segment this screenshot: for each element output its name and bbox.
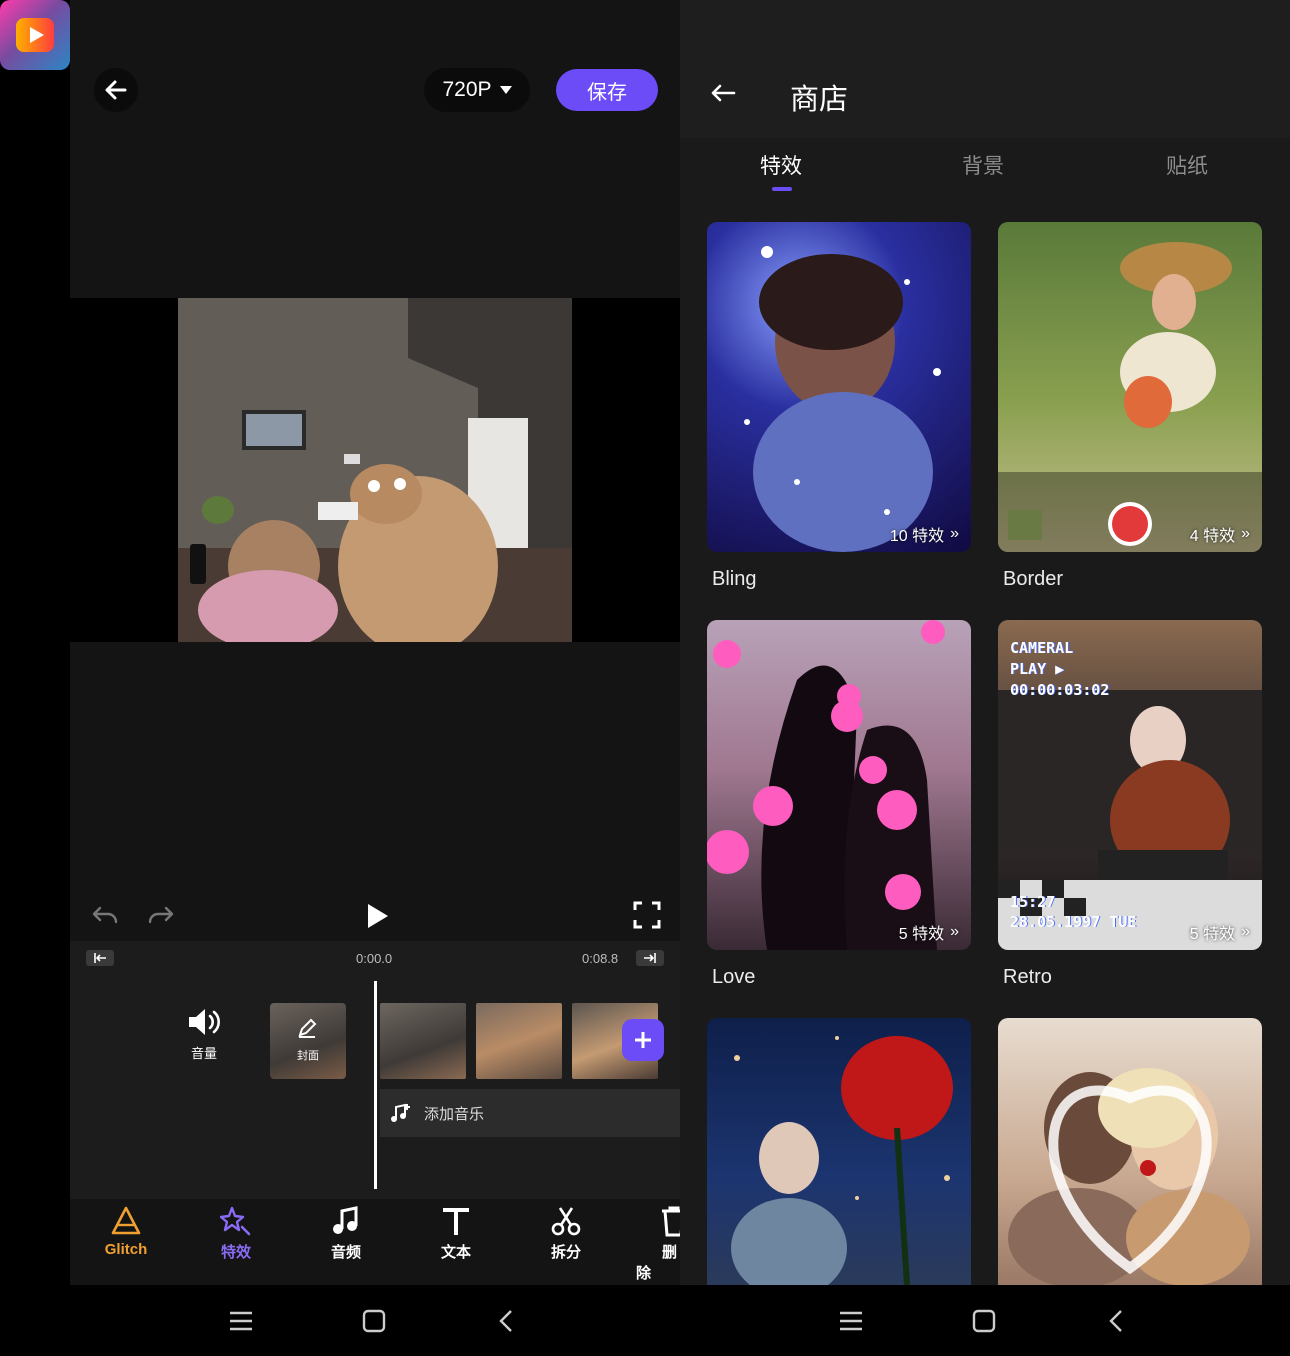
retro-overlay-bottom: 15:27 28.05.1997 TUE <box>1010 893 1137 931</box>
effect-card-rose[interactable] <box>707 1018 971 1285</box>
retro-overlay-top: CAMERAL PLAY ▶ 00:00:03:02 <box>1010 639 1110 699</box>
timeline[interactable]: 0:00.0 0:08.8 音量 封面 添加音乐 <box>70 941 680 1199</box>
border-preview-image <box>998 242 1262 552</box>
effect-count: 5 特效 <box>1189 926 1236 943</box>
skip-end-icon <box>644 953 656 963</box>
cover-label: 封面 <box>297 1050 319 1062</box>
page-title: 商店 <box>790 84 849 116</box>
tool-split[interactable]: 拆分 <box>526 1205 606 1262</box>
add-music-track[interactable]: 添加音乐 <box>380 1089 680 1137</box>
tab-backgrounds[interactable]: 背景 <box>962 150 1004 180</box>
heart-frame-preview-image <box>1008 1068 1250 1285</box>
effect-card-love[interactable]: 5 特效 » <box>707 620 971 950</box>
resolution-value: 720P <box>442 78 492 101</box>
trash-icon <box>662 1206 680 1237</box>
card-title: Retro <box>1003 966 1052 988</box>
arrow-left-icon[interactable] <box>708 78 738 108</box>
skip-start-icon <box>94 953 106 963</box>
add-music-label: 添加音乐 <box>424 1105 485 1123</box>
double-chevron-icon: » <box>950 923 959 940</box>
tool-label: 音频 <box>330 1244 361 1261</box>
video-clip-frame[interactable] <box>476 1003 562 1079</box>
effect-card-heart-frame[interactable] <box>998 1018 1262 1285</box>
tab-effects[interactable]: 特效 <box>760 150 802 180</box>
back-icon[interactable] <box>492 1307 522 1335</box>
fullscreen-icon[interactable] <box>632 900 662 930</box>
video-preview <box>70 298 680 642</box>
effect-count-badge: 5 特效 » <box>899 920 959 944</box>
jump-to-start-button[interactable] <box>86 950 114 966</box>
playhead[interactable] <box>374 981 377 1189</box>
double-chevron-icon: » <box>950 525 959 542</box>
effect-count-badge: 5 特效 » <box>1190 920 1250 944</box>
rose-preview-image <box>731 1036 953 1285</box>
effect-card-retro[interactable]: CAMERAL PLAY ▶ 00:00:03:02 15:27 28.05.1… <box>998 620 1262 950</box>
tab-stickers[interactable]: 贴纸 <box>1166 150 1208 180</box>
effect-count-badge: 4 特效 » <box>1190 522 1250 546</box>
volume-label: 音量 <box>190 1046 217 1061</box>
back-button[interactable] <box>94 68 138 112</box>
double-chevron-icon: » <box>1241 525 1250 542</box>
pencil-icon <box>298 1018 317 1038</box>
glitch-icon <box>111 1206 141 1235</box>
editor-toolbar: Glitch 特效 音频 文本 拆分 删除 <box>70 1199 680 1285</box>
love-preview-image <box>707 620 945 950</box>
home-icon[interactable] <box>359 1307 389 1335</box>
tool-label: 特效 <box>220 1244 251 1261</box>
jump-to-end-button[interactable] <box>636 950 664 966</box>
total-duration: 0:08.8 <box>582 951 619 966</box>
tool-label: Glitch <box>104 1241 148 1258</box>
text-icon <box>443 1208 469 1235</box>
speaker-icon <box>189 1009 220 1035</box>
undo-icon[interactable] <box>90 900 120 930</box>
sparkle-effects-icon <box>220 1206 251 1236</box>
back-icon[interactable] <box>1102 1307 1132 1335</box>
music-note-icon <box>333 1206 358 1234</box>
effect-count: 4 特效 <box>1189 528 1236 545</box>
volume-control[interactable]: 音量 <box>178 1007 230 1062</box>
system-navigation-bar <box>70 1285 1290 1356</box>
music-add-icon <box>391 1103 410 1122</box>
arrow-left-icon <box>105 80 127 100</box>
effect-count: 10 特效 <box>889 528 945 545</box>
save-button[interactable]: 保存 <box>556 69 658 111</box>
video-editor-panel: 720P 保存 0:00.0 0:08.8 音量 封面 添加音乐 Glitch … <box>70 0 680 1285</box>
cover-thumbnail[interactable]: 封面 <box>270 1003 346 1079</box>
tool-label: 拆分 <box>550 1244 581 1261</box>
active-tab-indicator <box>772 187 792 191</box>
effect-card-bling[interactable]: 10 特效 » <box>707 222 971 552</box>
video-frame <box>178 298 572 642</box>
tool-label: 文本 <box>440 1244 471 1261</box>
effect-card-border[interactable]: 4 特效 » <box>998 222 1262 552</box>
tool-effects[interactable]: 特效 <box>196 1205 276 1262</box>
effect-count: 5 特效 <box>898 926 945 943</box>
card-title: Border <box>1003 568 1064 590</box>
app-logo <box>0 0 70 70</box>
resolution-dropdown[interactable]: 720P <box>424 68 530 112</box>
add-clip-button[interactable] <box>622 1019 664 1061</box>
plus-icon <box>635 1032 651 1048</box>
caret-down-icon <box>499 86 512 94</box>
menu-icon[interactable] <box>836 1307 866 1335</box>
play-icon[interactable] <box>362 900 392 932</box>
double-chevron-icon: » <box>1241 923 1250 940</box>
current-time: 0:00.0 <box>356 951 393 966</box>
bling-preview-image <box>744 246 941 552</box>
video-clip-frame[interactable] <box>380 1003 466 1079</box>
tool-glitch[interactable]: Glitch <box>86 1205 166 1258</box>
redo-icon[interactable] <box>146 900 176 930</box>
card-title: Love <box>712 966 756 988</box>
store-panel: 商店 特效 背景 贴纸 10 特效 » Bling 4 特效 » Border … <box>680 0 1290 1285</box>
card-title: Bling <box>712 568 757 590</box>
menu-icon[interactable] <box>226 1307 256 1335</box>
tool-text[interactable]: 文本 <box>416 1205 496 1262</box>
tool-label: 删除 <box>636 1244 678 1282</box>
scissors-icon <box>551 1207 581 1236</box>
effect-count-badge: 10 特效 » <box>890 522 959 546</box>
home-icon[interactable] <box>969 1307 999 1335</box>
store-header: 商店 <box>680 0 1290 138</box>
tool-delete[interactable]: 删除 <box>636 1205 680 1283</box>
tool-audio[interactable]: 音频 <box>306 1205 386 1262</box>
